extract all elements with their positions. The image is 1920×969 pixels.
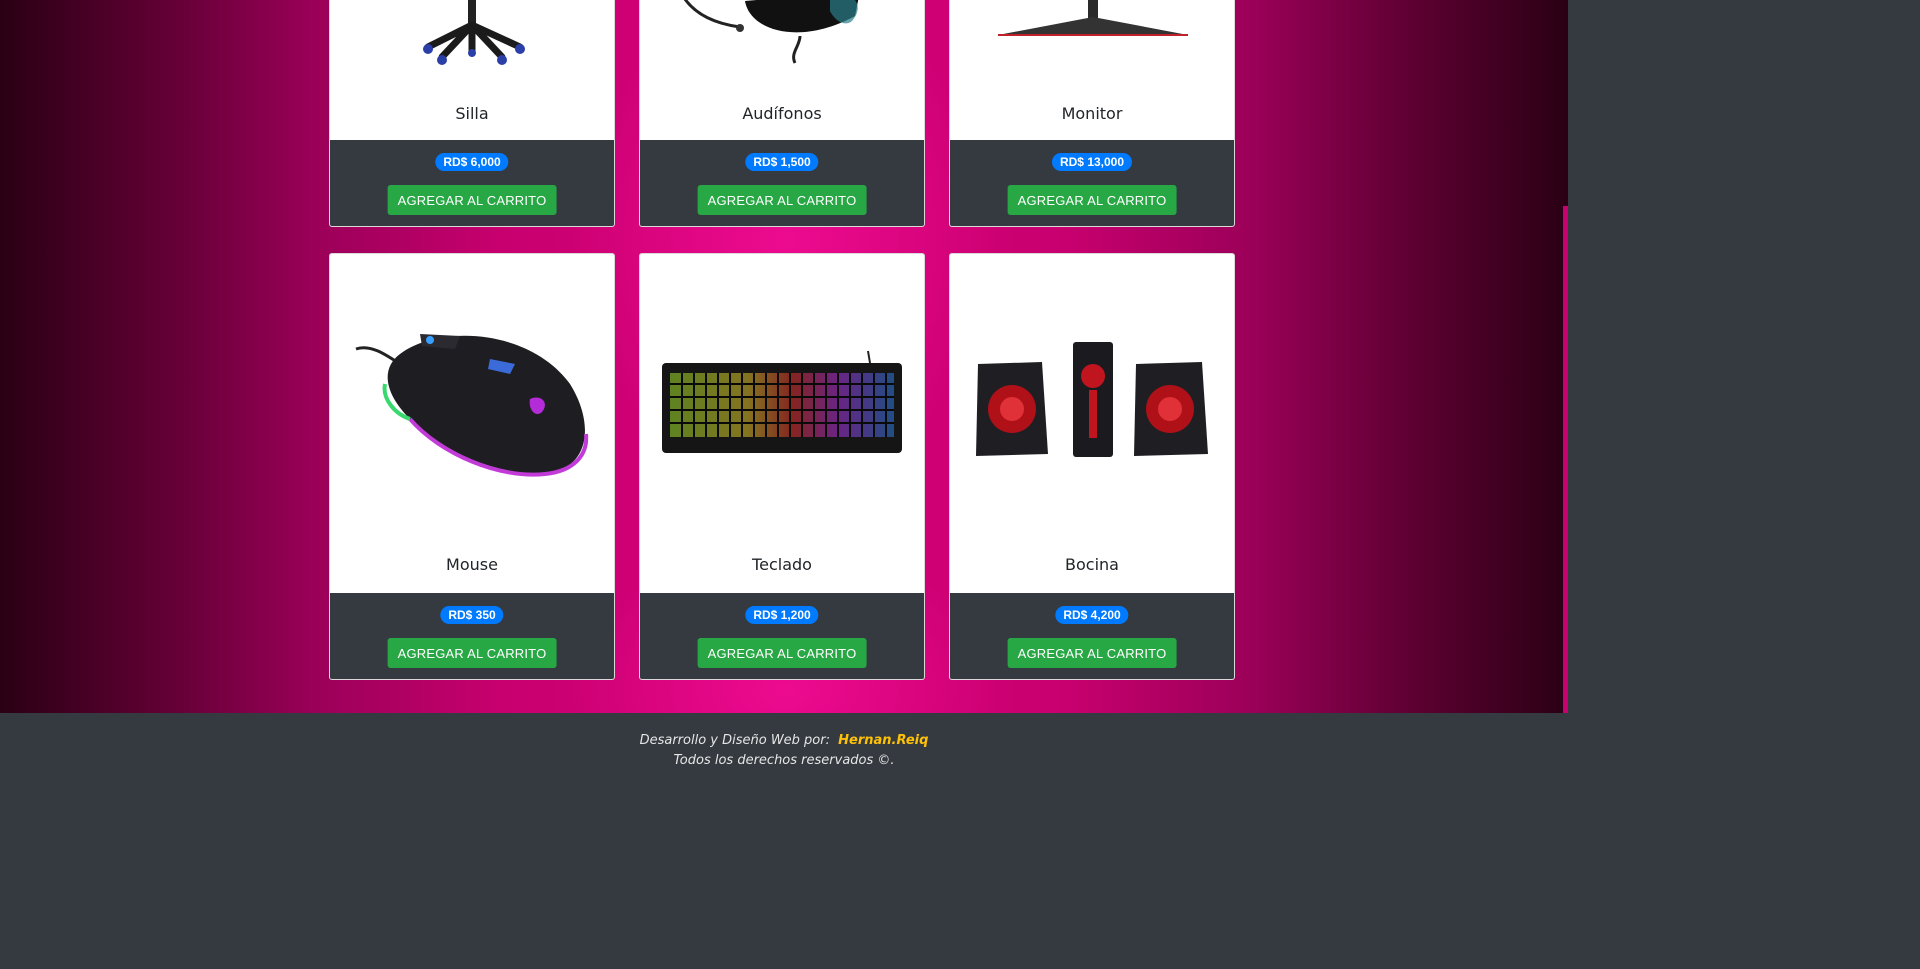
product-card-footer: RD$ 1,500 AGREGAR AL CARRITO [640,140,924,226]
price-badge: RD$ 13,000 [1051,153,1133,171]
product-title: Mouse [446,555,498,574]
product-card-silla: Silla RD$ 6,000 AGREGAR AL CARRITO [329,0,615,227]
gaming-mouse-image [330,324,614,484]
product-card-footer: RD$ 13,000 AGREGAR AL CARRITO [950,140,1234,226]
price-badge: RD$ 1,200 [745,606,819,624]
add-to-cart-button[interactable]: AGREGAR AL CARRITO [697,185,867,215]
add-to-cart-button[interactable]: AGREGAR AL CARRITO [697,638,867,668]
price-badge: RD$ 1,500 [745,153,819,171]
product-card-bocina: Bocina RD$ 4,200 AGREGAR AL CARRITO [949,253,1235,680]
product-card-mouse: Mouse RD$ 350 AGREGAR AL CARRITO [329,253,615,680]
add-to-cart-button[interactable]: AGREGAR AL CARRITO [1007,638,1177,668]
product-card-footer: RD$ 1,200 AGREGAR AL CARRITO [640,593,924,679]
price-badge: RD$ 4,200 [1055,606,1129,624]
price-badge: RD$ 6,000 [435,153,509,171]
product-card-monitor: Monitor RD$ 13,000 AGREGAR AL CARRITO [949,0,1235,227]
product-title: Monitor [1061,104,1123,123]
product-title: Silla [455,104,489,123]
credit-line: Desarrollo y Diseño Web por: Hernan.Reiq [0,733,1568,748]
product-title: Teclado [752,555,812,574]
author-link[interactable]: Hernan.Reiq [838,733,928,748]
add-to-cart-button[interactable]: AGREGAR AL CARRITO [387,638,557,668]
product-card-audifonos: Audífonos RD$ 1,500 AGREGAR AL CARRITO [639,0,925,227]
price-badge: RD$ 350 [440,606,504,624]
credit-prefix: Desarrollo y Diseño Web por: [639,733,830,748]
page-footer: Desarrollo y Diseño Web por: Hernan.Reiq… [0,713,1568,791]
product-title: Bocina [1065,555,1119,574]
copyright-text: Todos los derechos reservados ©. [673,753,895,768]
scrollbar-thumb[interactable] [1563,206,1568,713]
product-card-footer: RD$ 6,000 AGREGAR AL CARRITO [330,140,614,226]
product-card-teclado: Teclado RD$ 1,200 AGREGAR AL CARRITO [639,253,925,680]
rgb-keyboard-image [640,349,924,459]
speaker-set-image [950,334,1234,464]
add-to-cart-button[interactable]: AGREGAR AL CARRITO [387,185,557,215]
product-title: Audífonos [742,104,822,123]
add-to-cart-button[interactable]: AGREGAR AL CARRITO [1007,185,1177,215]
product-card-footer: RD$ 4,200 AGREGAR AL CARRITO [950,593,1234,679]
product-card-footer: RD$ 350 AGREGAR AL CARRITO [330,593,614,679]
